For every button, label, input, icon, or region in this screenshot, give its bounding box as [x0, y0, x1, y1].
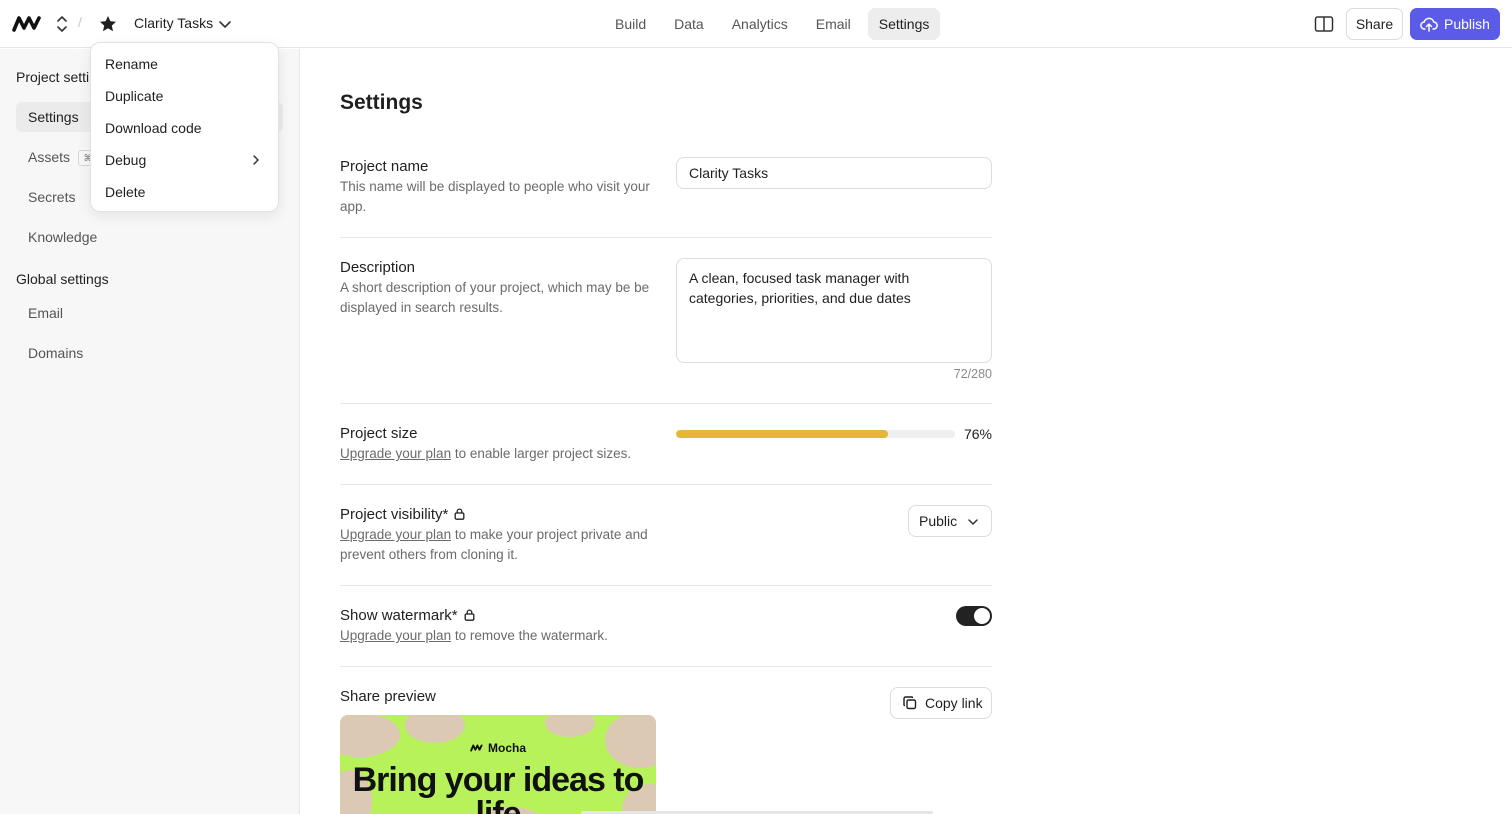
project-name-label: Project name	[340, 158, 429, 175]
tab-data[interactable]: Data	[663, 8, 715, 40]
project-switcher-icon[interactable]	[54, 14, 70, 34]
divider	[340, 237, 992, 238]
sidebar-item-knowledge[interactable]: Knowledge	[16, 222, 283, 252]
divider	[340, 484, 992, 485]
visibility-description: Upgrade your plan to make your project p…	[340, 525, 660, 565]
chevron-right-icon	[253, 155, 259, 165]
share-button[interactable]: Share	[1346, 8, 1403, 40]
menu-item-label: Debug	[105, 152, 147, 168]
project-name-input[interactable]	[676, 157, 992, 189]
visibility-select[interactable]: Public	[908, 505, 992, 537]
settings-main: Settings Project name This name will be …	[301, 49, 1512, 814]
menu-item-download-code[interactable]: Download code	[91, 112, 278, 144]
menu-item-debug[interactable]: Debug	[91, 144, 278, 176]
description-label: Description	[340, 259, 416, 276]
preview-brand: Mocha	[470, 741, 526, 755]
publish-label: Publish	[1444, 16, 1490, 32]
watermark-label-text: Show watermark*	[340, 607, 458, 624]
divider	[340, 403, 992, 404]
sidebar-item-label: Email	[28, 305, 64, 321]
copy-link-label: Copy link	[925, 695, 983, 711]
copy-link-button[interactable]: Copy link	[890, 687, 992, 719]
top-bar: / Clarity Tasks Build Data Analytics Ema…	[0, 0, 1512, 48]
character-counter: 72/280	[953, 367, 992, 381]
lock-icon	[454, 508, 465, 520]
upgrade-suffix: to enable larger project sizes.	[451, 446, 632, 461]
project-visibility-label: Project visibility*	[340, 506, 465, 523]
toggle-knob	[974, 608, 990, 624]
upgrade-plan-link[interactable]: Upgrade your plan	[340, 628, 451, 643]
watermark-description: Upgrade your plan to remove the watermar…	[340, 626, 660, 646]
project-name-description: This name will be displayed to people wh…	[340, 179, 650, 214]
main-nav: Build Data Analytics Email Settings	[604, 8, 941, 40]
description-textarea[interactable]: A clean, focused task manager with categ…	[676, 258, 992, 363]
sidebar-item-label: Domains	[28, 345, 84, 361]
tab-settings[interactable]: Settings	[867, 8, 941, 40]
mocha-logo-icon[interactable]	[12, 12, 44, 36]
visibility-selected-value: Public	[919, 513, 958, 529]
menu-item-delete[interactable]: Delete	[91, 176, 278, 208]
copy-icon	[903, 696, 917, 710]
share-preview-label: Share preview	[340, 688, 436, 705]
sidebar-item-label: Secrets	[28, 189, 76, 205]
sidebar-item-label: Assets	[28, 149, 71, 165]
project-menu: Rename Duplicate Download code Debug Del…	[90, 42, 279, 212]
global-settings-heading: Global settings	[16, 271, 109, 287]
share-preview-image: Mocha Bring your ideas to life	[340, 715, 656, 814]
page-title: Settings	[340, 91, 423, 114]
menu-item-rename[interactable]: Rename	[91, 48, 278, 80]
project-settings-heading: Project setti	[16, 69, 90, 85]
publish-button[interactable]: Publish	[1410, 8, 1500, 40]
tab-analytics[interactable]: Analytics	[721, 8, 799, 40]
book-icon[interactable]	[1314, 15, 1334, 33]
menu-item-duplicate[interactable]: Duplicate	[91, 80, 278, 112]
project-size-progress	[676, 430, 955, 438]
lock-icon	[464, 609, 474, 621]
upgrade-plan-link[interactable]: Upgrade your plan	[340, 527, 451, 542]
tab-build[interactable]: Build	[604, 8, 657, 40]
chevron-down-icon[interactable]	[218, 17, 232, 31]
breadcrumb-separator: /	[78, 14, 82, 30]
progress-fill	[676, 430, 889, 438]
upgrade-plan-link[interactable]: Upgrade your plan	[340, 446, 451, 461]
project-size-label: Project size	[340, 425, 418, 442]
tab-email[interactable]: Email	[805, 8, 862, 40]
upgrade-suffix: to remove the watermark.	[451, 628, 608, 643]
sidebar-item-email[interactable]: Email	[16, 298, 283, 328]
progress-percent: 76%	[963, 426, 992, 442]
chevron-down-icon	[968, 519, 978, 525]
star-icon[interactable]	[98, 14, 118, 34]
watermark-toggle[interactable]	[956, 606, 992, 626]
description-help: A short description of your project, whi…	[340, 280, 650, 315]
sidebar-item-label: Settings	[28, 109, 79, 125]
project-size-description: Upgrade your plan to enable larger proje…	[340, 444, 660, 464]
sidebar-item-label: Knowledge	[28, 229, 98, 245]
project-title[interactable]: Clarity Tasks	[134, 15, 213, 31]
divider	[340, 585, 992, 586]
visibility-label-text: Project visibility*	[340, 506, 449, 523]
divider	[340, 666, 992, 667]
watermark-label: Show watermark*	[340, 607, 475, 624]
preview-brand-name: Mocha	[488, 741, 527, 755]
mocha-logo-icon	[470, 744, 483, 752]
preview-headline: Bring your ideas to life	[352, 761, 645, 814]
cloud-upload-icon	[1420, 17, 1438, 32]
sidebar-item-domains[interactable]: Domains	[16, 338, 283, 368]
